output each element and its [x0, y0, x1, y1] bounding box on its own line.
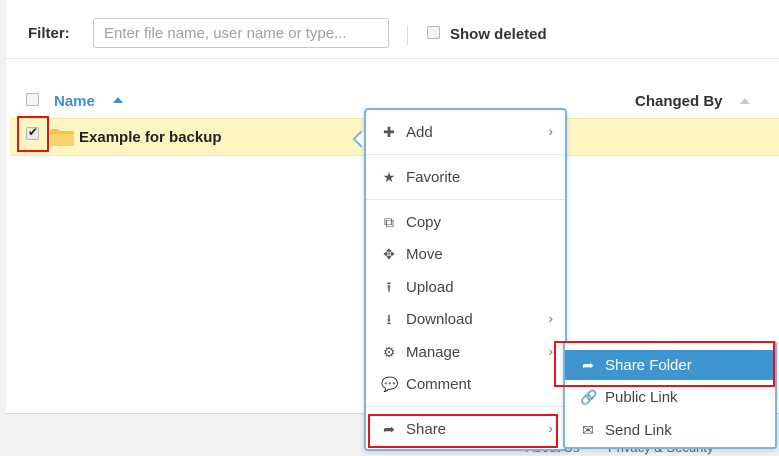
- copy-icon: ⧉: [384, 214, 394, 230]
- highlight-box-checkbox: [17, 116, 49, 152]
- chevron-right-icon: ›: [548, 123, 553, 139]
- chevron-right-icon: ›: [548, 343, 553, 359]
- gear-icon: ⚙: [382, 344, 396, 360]
- menu-divider: [366, 154, 565, 155]
- highlight-box-share-folder: [554, 341, 775, 387]
- envelope-icon: ✉: [582, 422, 594, 438]
- menu-item-favorite[interactable]: ★ Favorite: [366, 162, 565, 192]
- column-header-changed-by[interactable]: Changed By: [635, 93, 723, 110]
- menu-item-label: Favorite: [406, 169, 461, 186]
- select-all-checkbox[interactable]: [26, 93, 39, 106]
- menu-item-label: Download: [406, 311, 473, 328]
- menu-item-manage[interactable]: ⚙ Manage ›: [366, 337, 565, 367]
- comment-icon: 💬: [381, 376, 399, 392]
- sort-indicator-icon: [740, 98, 750, 104]
- download-icon: ⭳: [386, 311, 392, 327]
- show-deleted-label: Show deleted: [450, 26, 547, 43]
- menu-item-label: Copy: [406, 214, 442, 231]
- highlight-box-share: [368, 414, 558, 448]
- menu-item-copy[interactable]: ⧉ Copy: [366, 207, 565, 237]
- plus-icon: ✚: [383, 124, 395, 140]
- menu-item-add[interactable]: ✚ Add ›: [366, 117, 565, 147]
- link-icon: 🔗: [580, 389, 598, 405]
- submenu-item-label: Public Link: [605, 389, 678, 406]
- menu-item-label: Add: [406, 124, 433, 141]
- star-icon: ★: [382, 169, 396, 185]
- menu-item-label: Comment: [406, 376, 472, 393]
- move-icon: ✥: [383, 246, 395, 262]
- column-header-name[interactable]: Name: [54, 93, 95, 110]
- row-name[interactable]: Example for backup: [79, 129, 222, 146]
- folder-icon: [50, 129, 74, 146]
- filter-input[interactable]: [93, 18, 389, 48]
- menu-item-label: Manage: [406, 344, 461, 361]
- menu-item-upload[interactable]: ⭱ Upload: [366, 272, 565, 302]
- context-menu: ✚ Add › ★ Favorite ⧉ Copy ✥ Move ⭱ Uploa…: [364, 108, 567, 451]
- menu-item-download[interactable]: ⭳ Download ›: [366, 304, 565, 334]
- submenu-item-label: Send Link: [605, 422, 672, 439]
- menu-divider: [366, 199, 565, 200]
- show-deleted-checkbox[interactable]: [427, 26, 440, 39]
- menu-item-label: Move: [406, 246, 443, 263]
- menu-item-label: Upload: [406, 279, 454, 296]
- menu-item-move[interactable]: ✥ Move: [366, 239, 565, 269]
- menu-divider: [366, 406, 565, 407]
- submenu-item-send-link[interactable]: ✉ Send Link: [565, 415, 775, 445]
- filter-label: Filter:: [28, 25, 70, 42]
- toolbar-separator: [407, 25, 408, 45]
- upload-icon: ⭱: [386, 279, 392, 295]
- sort-ascending-icon: [113, 97, 123, 103]
- menu-item-comment[interactable]: 💬 Comment: [366, 369, 565, 399]
- chevron-right-icon: ›: [548, 310, 553, 326]
- filter-bar: Filter: Show deleted: [6, 0, 779, 59]
